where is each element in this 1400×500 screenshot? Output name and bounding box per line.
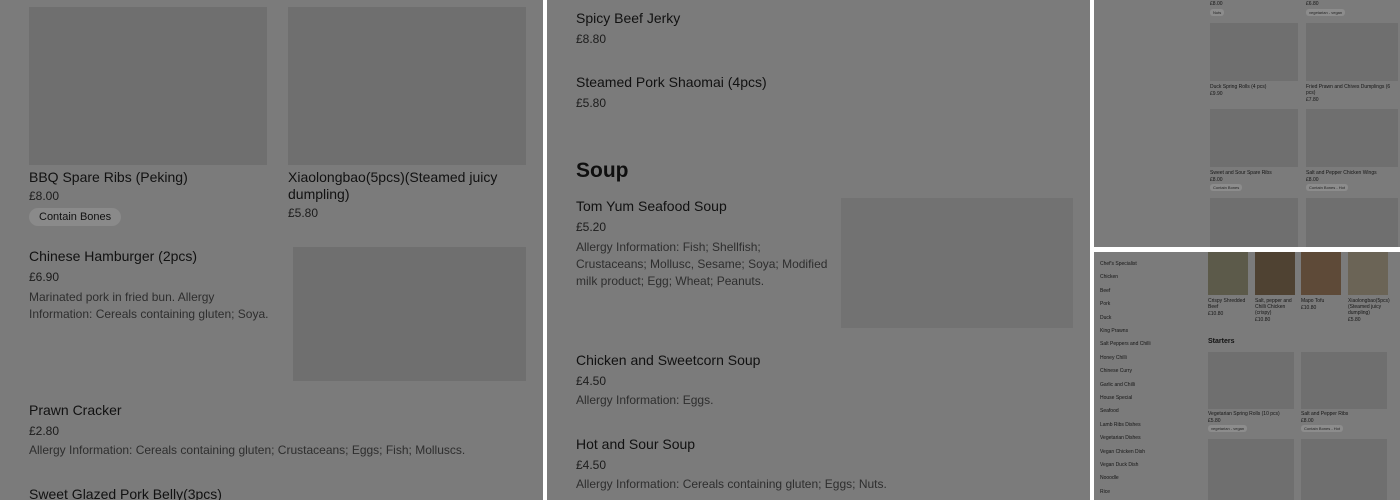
- item-name[interactable]: Sweet and Sour Spare Ribs: [1210, 170, 1272, 176]
- sidebar-item[interactable]: Chinese Curry: [1100, 368, 1132, 374]
- item-price: £6.80: [1306, 1, 1319, 7]
- item-description: Allergy Information: Cereals containing …: [29, 443, 466, 457]
- sidebar-item[interactable]: Duck: [1100, 315, 1111, 321]
- item-image[interactable]: [293, 247, 526, 381]
- item-image[interactable]: [1208, 352, 1294, 409]
- item-price: £5.80: [288, 206, 319, 220]
- item-image[interactable]: [1306, 23, 1398, 81]
- item-image[interactable]: [1306, 109, 1398, 167]
- item-image[interactable]: [1348, 252, 1388, 295]
- item-price: £5.80: [1208, 418, 1221, 424]
- item-price: £8.00: [1301, 418, 1314, 424]
- item-badge: vegetarian - vegan: [1306, 9, 1346, 16]
- item-price: £4.50: [576, 374, 607, 388]
- item-image[interactable]: [29, 7, 267, 165]
- item-price: £10.80: [1255, 317, 1271, 323]
- item-price: £8.00: [1210, 1, 1223, 7]
- item-price: £10.80: [1301, 305, 1317, 311]
- item-description: Marinated pork in fried bun. Allergy Inf…: [29, 290, 269, 321]
- item-image[interactable]: [288, 7, 526, 165]
- sidebar-item[interactable]: Beef: [1100, 288, 1110, 294]
- item-badge: Contain Bones - Hot: [1301, 425, 1344, 432]
- sidebar-item[interactable]: Garlic and Chilli: [1100, 382, 1135, 388]
- sidebar-item[interactable]: Vegan Duck Dish: [1100, 462, 1138, 468]
- section-title-soup: Soup: [576, 159, 629, 182]
- item-name[interactable]: Xiaolongbao(5pcs)(Steamed juicy dumpling…: [1348, 298, 1392, 316]
- item-name[interactable]: Tom Yum Seafood Soup: [576, 198, 727, 214]
- sidebar-item[interactable]: King Prawns: [1100, 328, 1128, 334]
- item-image[interactable]: [1301, 352, 1387, 409]
- item-price: £5.80: [1348, 317, 1361, 323]
- item-image[interactable]: [1208, 439, 1294, 500]
- item-image[interactable]: [1210, 23, 1298, 81]
- menu-panel-middle: Spicy Beef Jerky £8.80 Steamed Pork Shao…: [547, 0, 1090, 500]
- item-price: £7.80: [1306, 97, 1319, 103]
- item-price: £5.20: [576, 220, 607, 234]
- item-name[interactable]: Xiaolongbao(5pcs)(Steamed juicy dumpling…: [288, 169, 518, 203]
- item-name[interactable]: Hot and Sour Soup: [576, 436, 695, 452]
- item-name[interactable]: Vegetarian Spring Rolls (10 pcs): [1208, 411, 1280, 417]
- sidebar-item[interactable]: Seafood: [1100, 408, 1119, 414]
- item-price: £8.80: [576, 32, 607, 46]
- sidebar-item[interactable]: Chef's Specialist: [1100, 261, 1137, 267]
- item-price: £8.00: [1210, 177, 1223, 183]
- item-price: £5.80: [576, 96, 607, 110]
- item-badge: Contain Bones: [29, 208, 122, 226]
- item-badge: vegetarian - vegan: [1208, 425, 1248, 432]
- item-name[interactable]: Chicken and Sweetcorn Soup: [576, 352, 760, 368]
- item-badge: Contain Bones: [1210, 184, 1243, 191]
- sidebar-item[interactable]: Chicken: [1100, 274, 1118, 280]
- item-price: £10.80: [1208, 311, 1224, 317]
- item-badge: Contain Bones - Hot: [1306, 184, 1349, 191]
- menu-panel-left: BBQ Spare Ribs (Peking) £8.00 Contain Bo…: [0, 0, 543, 500]
- item-badge: Nuts: [1210, 9, 1225, 16]
- sidebar-item[interactable]: Salt Peppers and Chilli: [1100, 341, 1151, 347]
- item-name[interactable]: Salt and Pepper Chicken Wings: [1306, 170, 1377, 176]
- item-image[interactable]: [1208, 252, 1248, 295]
- sidebar-item[interactable]: Honey Chilli: [1100, 355, 1127, 361]
- item-name[interactable]: Prawn Cracker: [29, 402, 122, 418]
- item-price: £6.90: [29, 270, 60, 284]
- item-name[interactable]: BBQ Spare Ribs (Peking): [29, 169, 188, 185]
- item-image[interactable]: [1210, 109, 1298, 167]
- item-image[interactable]: [1210, 198, 1298, 247]
- item-name[interactable]: Mapo Tofu: [1301, 298, 1324, 304]
- sidebar-item[interactable]: Pork: [1100, 301, 1110, 307]
- item-price: £4.50: [576, 458, 607, 472]
- item-description: Allergy Information: Cereals containing …: [576, 477, 887, 491]
- sidebar-item[interactable]: Vegetarian Dishes: [1100, 435, 1141, 441]
- menu-thumbnail-top: £8.00 £6.80 Nuts vegetarian - vegan Duck…: [1094, 0, 1400, 247]
- item-image[interactable]: [1301, 252, 1341, 295]
- sidebar-item[interactable]: Nooodle: [1100, 475, 1119, 481]
- section-title-starters: Starters: [1208, 338, 1235, 345]
- item-name[interactable]: Salt, pepper and Chilli Chicken (crispy): [1255, 298, 1297, 316]
- item-price: £2.80: [29, 424, 60, 438]
- item-price: £8.00: [29, 189, 60, 203]
- menu-thumbnail-bottom: Chef's Specialist Chicken Beef Pork Duck…: [1094, 252, 1400, 500]
- item-name[interactable]: Chinese Hamburger (2pcs): [29, 248, 197, 264]
- item-price: £8.00: [1306, 177, 1319, 183]
- item-name[interactable]: Salt and Pepper Ribs: [1301, 411, 1348, 417]
- item-image[interactable]: [1255, 252, 1295, 295]
- item-description: Allergy Information: Eggs.: [576, 393, 714, 407]
- item-image[interactable]: [841, 198, 1073, 328]
- item-name[interactable]: Duck Spring Rolls (4 pcs): [1210, 84, 1266, 90]
- item-image[interactable]: [1301, 439, 1387, 500]
- item-name[interactable]: Fried Prawn and Chives Dumplings (6 pcs): [1306, 84, 1398, 96]
- item-description: Allergy Information: Fish; Shellfish; Cr…: [576, 240, 828, 288]
- item-name[interactable]: Crispy Shredded Beef: [1208, 298, 1250, 310]
- sidebar-item[interactable]: House Special: [1100, 395, 1132, 401]
- item-name[interactable]: Steamed Pork Shaomai (4pcs): [576, 74, 767, 90]
- sidebar-item[interactable]: Rice: [1100, 489, 1110, 495]
- item-image[interactable]: [1306, 198, 1398, 247]
- item-name[interactable]: Spicy Beef Jerky: [576, 10, 680, 26]
- sidebar-item[interactable]: Vegan Chicken Dish: [1100, 449, 1145, 455]
- sidebar-item[interactable]: Lamb Ribs Dishes: [1100, 422, 1141, 428]
- item-name[interactable]: Sweet Glazed Pork Belly(3pcs): [29, 486, 222, 500]
- item-price: £9.90: [1210, 91, 1223, 97]
